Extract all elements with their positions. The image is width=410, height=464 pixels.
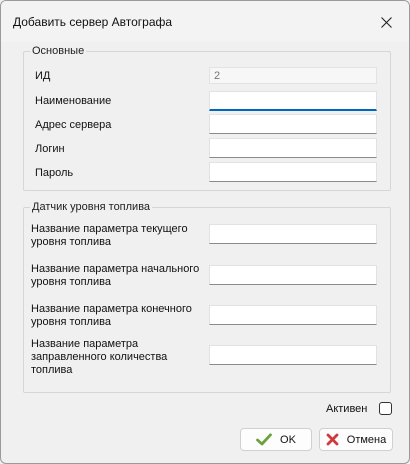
fuel-sensor-group-legend: Датчик уровня топлива (32, 201, 151, 213)
refueled-amount-label: Название параметра заправленного количес… (31, 338, 168, 376)
server-address-field[interactable] (209, 114, 377, 134)
close-icon (381, 17, 392, 28)
id-field (209, 67, 377, 84)
password-label: Пароль (35, 167, 74, 179)
final-fuel-level-field[interactable] (209, 305, 377, 325)
main-group-legend: Основные (32, 45, 85, 57)
login-field[interactable] (209, 138, 377, 158)
active-label: Активен (326, 403, 368, 415)
cancel-x-icon (326, 433, 339, 446)
ok-button-label: OK (280, 433, 296, 446)
refueled-amount-field[interactable] (209, 345, 377, 365)
active-checkbox[interactable] (379, 402, 392, 415)
password-field[interactable] (209, 162, 377, 182)
name-label: Наименование (35, 95, 112, 107)
final-fuel-level-label: Название параметра конечного уровня топл… (31, 303, 192, 328)
checkmark-icon (256, 433, 272, 446)
cancel-button-label: Отмена (346, 433, 387, 446)
current-fuel-level-label: Название параметра текущего уровня топли… (31, 223, 188, 248)
cancel-button[interactable]: Отмена (319, 428, 393, 451)
server-address-label: Адрес сервера (35, 119, 112, 131)
initial-fuel-level-label: Название параметра начального уровня топ… (31, 263, 200, 288)
window-title: Добавить сервер Автографа (13, 15, 173, 29)
current-fuel-level-field[interactable] (209, 224, 377, 244)
close-button[interactable] (365, 1, 409, 42)
login-label: Логин (35, 143, 65, 155)
dialog-window: Добавить сервер Автографа Основные ИД На… (0, 0, 410, 464)
id-label: ИД (35, 70, 51, 82)
ok-button[interactable]: OK (240, 428, 312, 451)
title-bar: Добавить сервер Автографа (1, 1, 409, 42)
initial-fuel-level-field[interactable] (209, 265, 377, 285)
name-field[interactable] (209, 91, 377, 111)
